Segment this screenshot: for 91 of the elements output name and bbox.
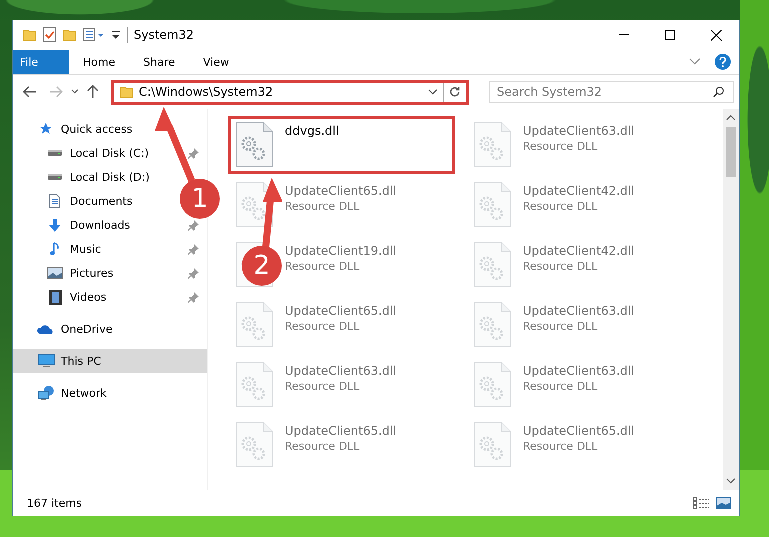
folder-icon: [120, 86, 134, 98]
dll-file-icon: [235, 422, 275, 468]
sidebar-item[interactable]: Local Disk (C:): [46, 143, 150, 163]
file-name[interactable]: UpdateClient65.dll: [285, 184, 397, 198]
sidebar-item[interactable]: Local Disk (D:): [46, 167, 150, 187]
file-item[interactable]: ddvgs.dll: [228, 116, 455, 174]
sidebar-item[interactable]: Downloads: [46, 215, 130, 235]
file-type: Resource DLL: [285, 380, 361, 393]
dll-file-icon: [235, 182, 275, 228]
sidebar-item[interactable]: OneDrive: [13, 317, 207, 341]
sidebar-item[interactable]: This PC: [13, 349, 207, 373]
dll-file-icon: [235, 302, 275, 348]
drive-icon: [47, 149, 63, 157]
dropdown-icon[interactable]: [71, 89, 79, 95]
file-name[interactable]: UpdateClient19.dll: [285, 244, 397, 258]
file-type: Resource DLL: [523, 260, 599, 273]
back-arrow-icon[interactable]: [23, 86, 37, 98]
details-view-icon[interactable]: [693, 496, 710, 510]
file-name[interactable]: UpdateClient42.dll: [523, 244, 635, 258]
scrollbar[interactable]: [723, 109, 739, 490]
sidebar-item[interactable]: Network: [13, 381, 207, 405]
pin-icon[interactable]: [188, 244, 199, 254]
help-icon[interactable]: [715, 54, 731, 70]
file-type: Resource DLL: [523, 320, 599, 333]
file-type: Resource DLL: [285, 200, 361, 213]
file-name[interactable]: UpdateClient63.dll: [285, 364, 397, 378]
dll-file-icon: [235, 362, 275, 408]
item-count: 167 items: [27, 496, 82, 510]
search-field[interactable]: Search System32: [489, 81, 734, 103]
file-type: Resource DLL: [523, 380, 599, 393]
file-name[interactable]: UpdateClient65.dll: [285, 424, 397, 438]
minimize-icon[interactable]: [619, 34, 629, 36]
cloud-icon: [37, 324, 55, 334]
pin-icon[interactable]: [188, 292, 199, 302]
up-arrow-icon[interactable]: [87, 85, 99, 99]
dll-file-icon: [473, 242, 513, 288]
file-type: Resource DLL: [285, 440, 361, 453]
close-icon[interactable]: [710, 30, 722, 40]
document-icon: [49, 194, 61, 208]
file-name[interactable]: UpdateClient63.dll: [523, 304, 635, 318]
address-path: C:\Windows\System32: [139, 85, 274, 99]
large-icons-view-icon[interactable]: [716, 497, 731, 509]
window-title: System32: [134, 28, 194, 42]
dropdown-icon[interactable]: [111, 29, 121, 41]
dll-file-icon: [473, 122, 513, 168]
pin-icon[interactable]: [188, 268, 199, 278]
drive-icon: [47, 173, 63, 181]
file-name[interactable]: UpdateClient65.dll: [285, 304, 397, 318]
checklist-icon[interactable]: [43, 27, 57, 43]
sidebar-item[interactable]: Quick access: [13, 117, 207, 141]
chevron-down-icon[interactable]: [428, 88, 438, 96]
monitor-icon: [38, 354, 54, 368]
file-type: Resource DLL: [523, 440, 599, 453]
dll-file-icon: [473, 182, 513, 228]
ribbon-tab[interactable]: View: [189, 50, 244, 74]
sidebar-item[interactable]: Videos: [46, 287, 107, 307]
file-name[interactable]: UpdateClient63.dll: [523, 124, 635, 138]
star-icon: [39, 122, 53, 136]
address-bar[interactable]: C:\Windows\System32: [111, 80, 469, 104]
network-icon: [38, 386, 54, 400]
dll-file-icon: [473, 362, 513, 408]
file-type: Resource DLL: [523, 140, 599, 153]
sidebar-item[interactable]: Music: [46, 239, 102, 259]
picture-icon: [47, 267, 63, 279]
search-icon: [713, 86, 725, 98]
refresh-icon[interactable]: [449, 86, 461, 98]
download-arrow-icon: [48, 218, 62, 232]
ribbon-tab[interactable]: Share: [129, 50, 190, 74]
ribbon-tab[interactable]: Home: [69, 50, 130, 74]
file-name[interactable]: UpdateClient65.dll: [523, 424, 635, 438]
file-name[interactable]: UpdateClient63.dll: [523, 364, 635, 378]
pin-icon[interactable]: [188, 148, 199, 158]
sidebar-item[interactable]: Pictures: [46, 263, 114, 283]
scroll-thumb[interactable]: [726, 127, 736, 177]
chevron-down-icon[interactable]: [726, 478, 736, 484]
dll-file-icon: [473, 422, 513, 468]
dll-file-icon: [235, 122, 275, 168]
file-type: Resource DLL: [285, 320, 361, 333]
properties-icon[interactable]: [83, 28, 105, 42]
file-tab[interactable]: File: [13, 50, 69, 74]
file-type: Resource DLL: [523, 200, 599, 213]
file-name: ddvgs.dll: [285, 124, 340, 138]
dll-file-icon: [473, 302, 513, 348]
sidebar-item[interactable]: Documents: [46, 191, 133, 211]
chevron-up-icon[interactable]: [726, 115, 736, 121]
pin-icon[interactable]: [188, 220, 199, 230]
file-name[interactable]: UpdateClient42.dll: [523, 184, 635, 198]
maximize-icon[interactable]: [665, 30, 675, 40]
film-icon: [48, 290, 62, 304]
file-type: Resource DLL: [285, 260, 361, 273]
music-note-icon: [50, 242, 60, 256]
